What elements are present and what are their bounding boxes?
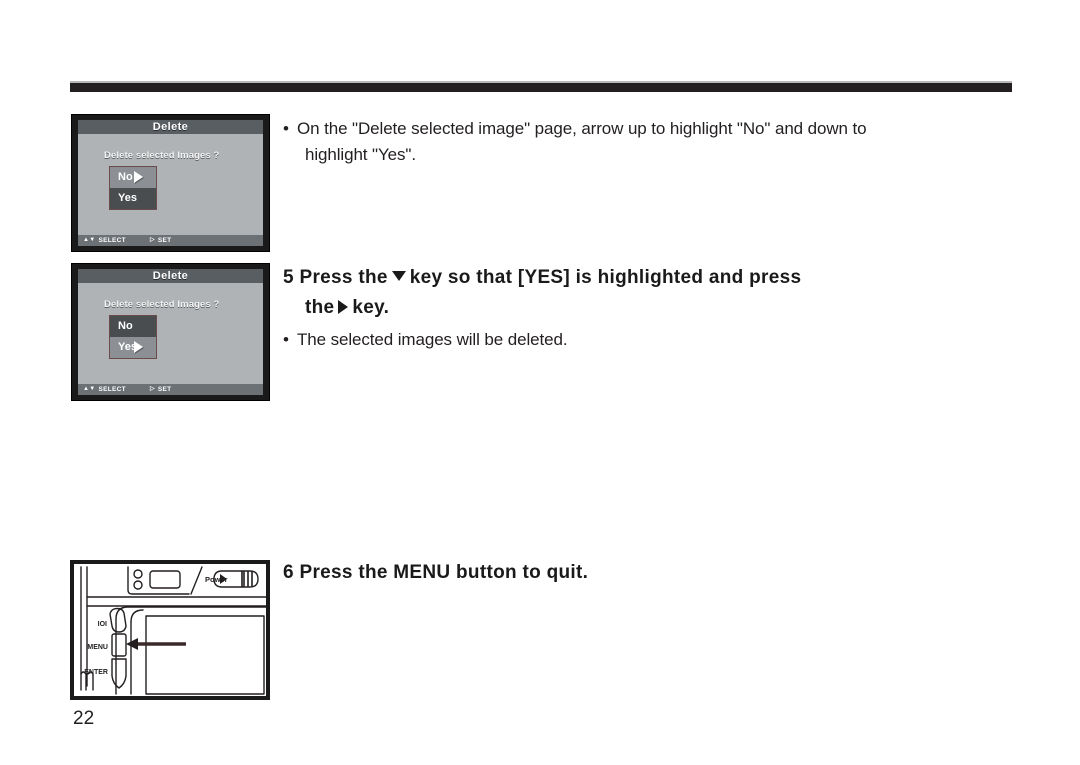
- step-5-text-d: key.: [352, 297, 390, 318]
- step-6-heading: 6 Press the MENU button to quit.: [283, 558, 783, 588]
- step-5-text-b: key so that [YES] is highlighted and pre…: [409, 267, 802, 288]
- camera-diagram-svg: IOI MENU ENTER Power: [80, 566, 267, 695]
- bullet-dot: •: [283, 330, 289, 349]
- select-label: SELECT: [98, 237, 126, 244]
- select-arrows-icon: ▲▼: [83, 237, 96, 243]
- camera-rear-contour-outer: [115, 606, 267, 620]
- menu-callout-arrow-icon: [126, 638, 186, 650]
- step-6-text: Press the MENU button to quit.: [299, 562, 589, 583]
- set-arrow-icon: ▷: [149, 386, 155, 392]
- lcd-title: Delete: [78, 120, 263, 134]
- lcd-question: Delete selected Images ?: [104, 150, 220, 161]
- lcd-screen-no-highlighted: Delete Delete selected Images ? No Yes ▲…: [71, 114, 270, 252]
- camera-lcd-frame: [145, 615, 265, 695]
- indicator-led-upper: [133, 569, 143, 579]
- page-number: 22: [73, 708, 95, 729]
- select-arrows-icon: ▲▼: [83, 386, 96, 392]
- bullet-paragraph-1: • On the "Delete selected image" page, a…: [283, 116, 1013, 168]
- lcd-footer: ▲▼ SELECT ▷ SET: [78, 235, 263, 246]
- bullet-line-1: The selected images will be deleted.: [297, 330, 568, 349]
- header-rule: [70, 81, 1012, 92]
- power-grip-ridges: [243, 571, 253, 587]
- enter-button-label: ENTER: [84, 669, 108, 676]
- step-5-number: 5: [283, 267, 294, 288]
- power-switch-label: Power: [205, 575, 228, 584]
- set-label: SET: [157, 386, 172, 393]
- lcd-question: Delete selected Images ?: [104, 299, 220, 310]
- camera-module-diagonal: [190, 566, 203, 595]
- down-arrow-key-icon: [391, 271, 406, 281]
- option-no[interactable]: No: [110, 316, 156, 337]
- menu-button-shape: [111, 633, 127, 657]
- choice-box: No Yes: [109, 166, 157, 210]
- lcd-body: Delete selected Images ? No Yes: [78, 283, 263, 384]
- lcd-inner: Delete Delete selected Images ? No Yes ▲…: [78, 120, 263, 246]
- camera-rear-contour-inner: [130, 609, 144, 623]
- set-arrow-icon: ▷: [149, 237, 155, 243]
- lcd-footer: ▲▼ SELECT ▷ SET: [78, 384, 263, 395]
- step-5-heading: 5 Press the key so that [YES] is highligh…: [283, 263, 983, 323]
- step-5-line-2: the key.: [283, 293, 983, 323]
- step-6-number: 6: [283, 562, 294, 583]
- menu-button-label: MENU: [87, 644, 108, 651]
- option-no[interactable]: No: [110, 167, 156, 188]
- option-yes[interactable]: Yes: [110, 188, 156, 209]
- select-label: SELECT: [98, 386, 126, 393]
- option-yes[interactable]: Yes: [110, 337, 156, 358]
- bullet-line-2: highlight "Yes".: [305, 145, 416, 164]
- enter-button-shape: [111, 658, 127, 689]
- lcd-screen-yes-highlighted: Delete Delete selected Images ? No Yes ▲…: [71, 263, 270, 401]
- selection-caret-icon: [134, 341, 143, 353]
- step-5-text-c: the: [305, 297, 335, 318]
- camera-status-screen: [149, 570, 181, 589]
- lcd-title: Delete: [78, 269, 263, 283]
- right-arrow-key-icon: [338, 300, 349, 314]
- lcd-inner: Delete Delete selected Images ? No Yes ▲…: [78, 269, 263, 395]
- step-5-text-a: Press the: [299, 267, 388, 288]
- bullet-line-1: On the "Delete selected image" page, arr…: [297, 119, 867, 138]
- indicator-led-lower: [133, 580, 143, 590]
- selection-caret-icon: [134, 171, 143, 183]
- set-label: SET: [157, 237, 172, 244]
- lcd-body: Delete selected Images ? No Yes: [78, 134, 263, 235]
- display-button-label: IOI: [98, 621, 107, 628]
- camera-back-illustration: IOI MENU ENTER Power: [70, 560, 270, 700]
- bullet-paragraph-2: • The selected images will be deleted.: [283, 327, 883, 353]
- bullet-dot: •: [283, 119, 289, 138]
- choice-box: No Yes: [109, 315, 157, 359]
